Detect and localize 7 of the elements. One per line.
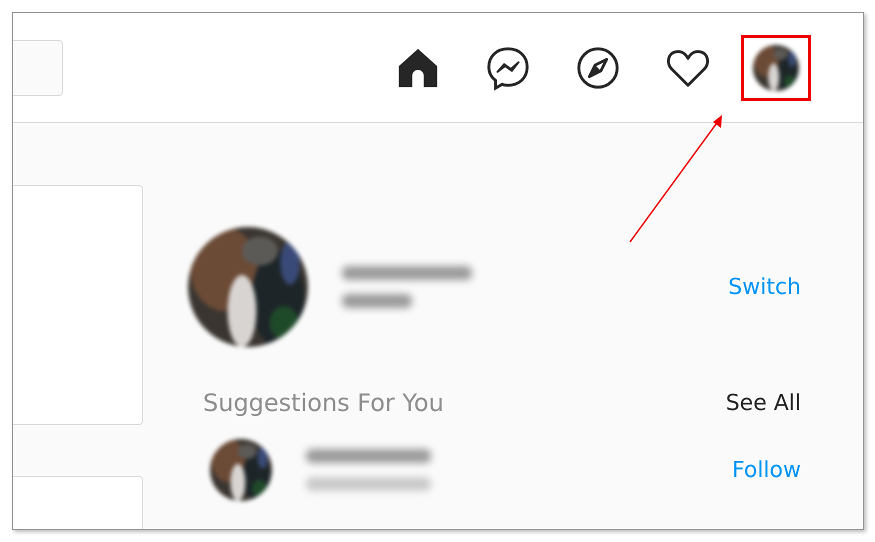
messenger-icon[interactable] [485, 45, 531, 91]
search-field[interactable] [13, 40, 63, 96]
compass-icon[interactable] [575, 45, 621, 91]
follow-link[interactable]: Follow [732, 458, 801, 482]
see-all-link[interactable]: See All [726, 390, 801, 416]
section-title: Suggestions For You [203, 389, 444, 417]
switch-link[interactable]: Switch [728, 274, 801, 300]
